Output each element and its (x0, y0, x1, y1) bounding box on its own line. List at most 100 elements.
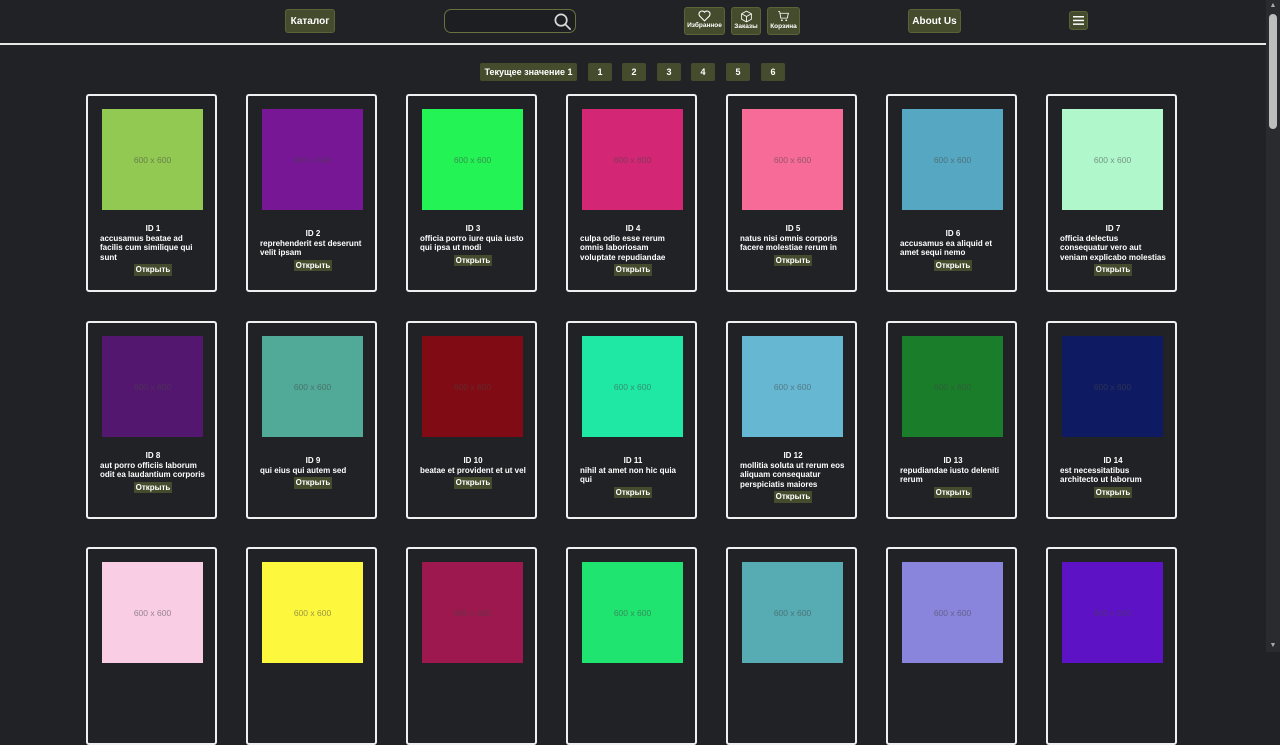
product-image: 600 x 600 (1062, 109, 1163, 210)
product-image: 600 x 600 (582, 562, 683, 663)
cart-button[interactable]: Корзина (767, 7, 800, 35)
about-us-button[interactable]: About Us (908, 9, 961, 33)
product-title: officia delectus consequatur vero aut ve… (1060, 233, 1166, 262)
product-info: ID 6 accusamus ea aliquid et amet sequi n… (900, 229, 1006, 271)
product-title: mollitia soluta ut rerum eos aliquam con… (740, 460, 845, 489)
product-title: beatae et provident et ut vel (420, 465, 526, 475)
hamburger-icon (1073, 16, 1084, 25)
box-icon (740, 10, 752, 23)
scrollbar[interactable]: ▲ ▼ (1266, 0, 1280, 652)
open-button[interactable]: Открыть (453, 254, 493, 266)
orders-button[interactable]: Заказы (731, 7, 761, 35)
product-title: nihil at amet non hic quia qui (580, 465, 677, 485)
product-image: 600 x 600 (1062, 336, 1163, 437)
page-button-5[interactable]: 5 (726, 63, 750, 81)
product-card: 600 x 600 (246, 547, 377, 745)
open-button[interactable]: Открыть (133, 481, 173, 493)
open-button[interactable]: Открыть (773, 491, 813, 503)
product-card: 600 x 600 ID 12 mollitia soluta ut rerum e… (726, 321, 857, 519)
product-title: est necessitatibus architecto ut laborum (1060, 465, 1142, 485)
product-info: ID 5 natus nisi omnis corporis facere mol… (740, 224, 846, 266)
product-info: ID 13 repudiandae iusto deleniti rerum Отк… (900, 456, 1006, 498)
product-id: ID 1 (145, 224, 161, 233)
product-card: 600 x 600 ID 11 nihil at amet non hic quia… (566, 321, 697, 519)
product-card: 600 x 600 ID 9 qui eius qui autem sed Откры… (246, 321, 377, 519)
scroll-down-icon[interactable]: ▼ (1269, 642, 1277, 650)
product-title: aut porro officiis laborum odit ea lauda… (100, 460, 205, 480)
favorites-button[interactable]: Избранное (684, 7, 725, 35)
open-button[interactable]: Открыть (773, 254, 813, 266)
product-card: 600 x 600 (1046, 547, 1177, 745)
product-info: ID 11 nihil at amet non hic quia qui Откры… (580, 456, 686, 498)
product-title: natus nisi omnis corporis facere molesti… (740, 233, 838, 253)
menu-button[interactable] (1069, 11, 1088, 30)
page-button-6[interactable]: 6 (761, 63, 785, 81)
product-image: 600 x 600 (582, 336, 683, 437)
product-info: ID 14 est necessitatibus architecto ut la… (1060, 456, 1166, 498)
product-image: 600 x 600 (422, 109, 523, 210)
product-title: accusamus beatae ad facilis cum similiqu… (100, 233, 193, 262)
orders-label: Заказы (734, 23, 758, 30)
product-title: officia porro iure quia iusto qui ipsa u… (420, 233, 524, 253)
open-button[interactable]: Открыть (933, 259, 973, 271)
search-icon[interactable] (553, 12, 572, 31)
open-button[interactable]: Открыть (1093, 264, 1133, 276)
open-button[interactable]: Открыть (933, 486, 973, 498)
product-id: ID 13 (943, 456, 963, 465)
product-info: ID 8 aut porro officiis laborum odit ea l… (100, 451, 206, 493)
product-card: 600 x 600 ID 6 accusamus ea aliquid et ame… (886, 94, 1017, 292)
product-info: ID 3 officia porro iure quia iusto qui ip… (420, 224, 526, 266)
open-button[interactable]: Открыть (613, 486, 653, 498)
open-button[interactable]: Открыть (453, 477, 493, 489)
product-card: 600 x 600 (886, 547, 1017, 745)
product-image: 600 x 600 (422, 336, 523, 437)
product-image: 600 x 600 (902, 336, 1003, 437)
product-image: 600 x 600 (582, 109, 683, 210)
page-button-1[interactable]: 1 (588, 63, 612, 81)
cart-icon (778, 11, 789, 22)
product-card: 600 x 600 ID 7 officia delectus consequatu… (1046, 94, 1177, 292)
product-id: ID 8 (145, 451, 161, 460)
product-image: 600 x 600 (742, 562, 843, 663)
top-navbar: Каталог Избранное Заказы Корзина About U… (0, 0, 1266, 45)
scroll-up-icon[interactable]: ▲ (1269, 2, 1277, 10)
product-title: accusamus ea aliquid et amet sequi nemo (900, 238, 993, 258)
page-button-4[interactable]: 4 (691, 63, 715, 81)
product-info: ID 4 culpa odio esse rerum omnis laborios… (580, 224, 686, 276)
product-info: ID 10 beatae et provident et ut vel Открыт… (420, 456, 526, 489)
product-id: ID 14 (1103, 456, 1123, 465)
product-image: 600 x 600 (1062, 562, 1163, 663)
open-button[interactable]: Открыть (293, 477, 333, 489)
page-button-3[interactable]: 3 (657, 63, 681, 81)
product-image: 600 x 600 (742, 336, 843, 437)
open-button[interactable]: Открыть (293, 259, 333, 271)
product-image: 600 x 600 (902, 562, 1003, 663)
scrollbar-thumb[interactable] (1269, 14, 1277, 129)
product-info: ID 2 reprehenderit est deserunt velit ips… (260, 229, 366, 271)
product-image: 600 x 600 (102, 336, 203, 437)
product-title: qui eius qui autem sed (260, 465, 347, 475)
open-button[interactable]: Открыть (1093, 486, 1133, 498)
product-title: culpa odio esse rerum omnis laboriosam v… (580, 233, 666, 262)
product-id: ID 9 (305, 456, 321, 465)
product-image: 600 x 600 (102, 562, 203, 663)
product-card: 600 x 600 ID 13 repudiandae iusto deleniti… (886, 321, 1017, 519)
product-id: ID 2 (305, 229, 321, 238)
favorites-label: Избранное (687, 22, 722, 29)
product-id: ID 7 (1105, 224, 1121, 233)
open-button[interactable]: Открыть (133, 264, 173, 276)
catalog-button[interactable]: Каталог (285, 9, 335, 33)
search-input[interactable] (444, 9, 576, 33)
product-title: reprehenderit est deserunt velit ipsam (260, 238, 362, 258)
product-id: ID 12 (783, 451, 803, 460)
product-card: 600 x 600 ID 5 natus nisi omnis corporis f… (726, 94, 857, 292)
product-id: ID 5 (785, 224, 801, 233)
product-image: 600 x 600 (422, 562, 523, 663)
page-button-2[interactable]: 2 (622, 63, 646, 81)
product-image: 600 x 600 (902, 109, 1003, 210)
product-info: ID 12 mollitia soluta ut rerum eos aliqua… (740, 451, 846, 503)
product-image: 600 x 600 (262, 336, 363, 437)
product-card: 600 x 600 (726, 547, 857, 745)
open-button[interactable]: Открыть (613, 264, 653, 276)
product-card: 600 x 600 ID 2 reprehenderit est deserunt … (246, 94, 377, 292)
